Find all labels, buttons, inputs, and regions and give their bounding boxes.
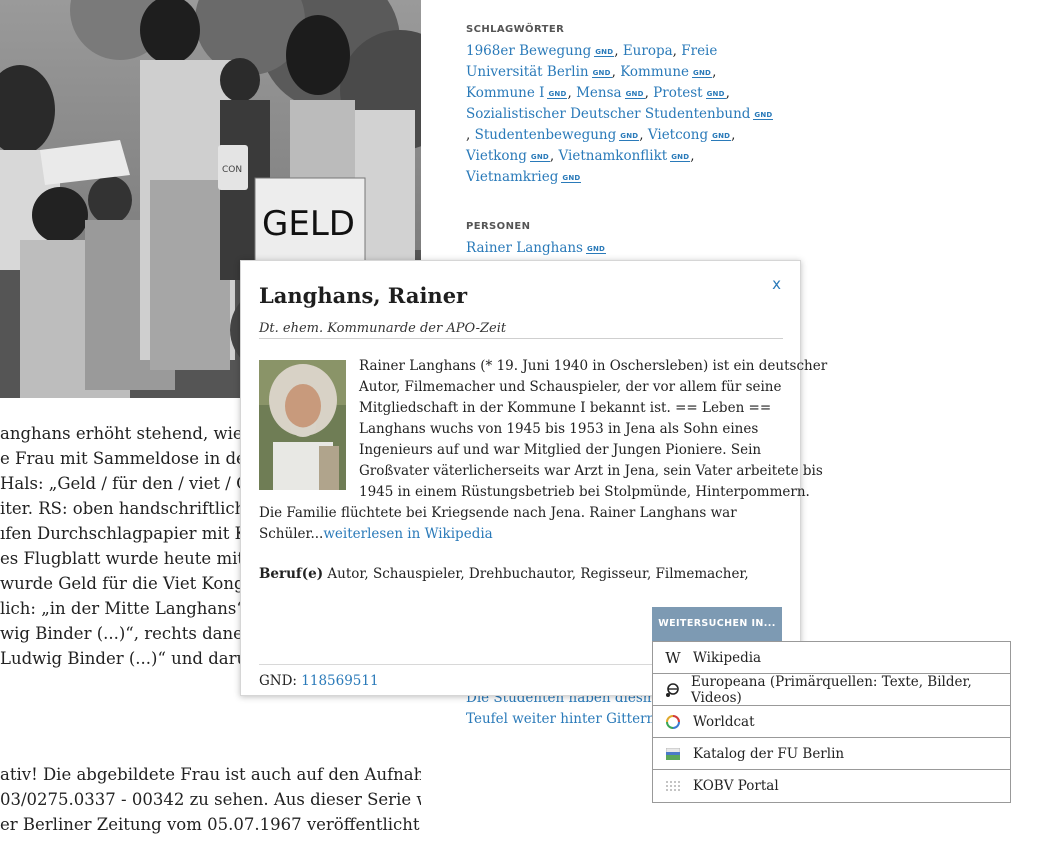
gnd-badge[interactable]: GND [753,111,774,120]
persons-section: PERSONEN Rainer Langhans GND [466,221,756,259]
sign-text: GELD [262,204,355,244]
keyword-line: Sozialistischer Deutscher Studentenbund G… [466,104,774,125]
article-paragraph-2: ativ! Die abgebildete Frau ist auch auf … [0,765,421,834]
gnd-badge[interactable]: GND [692,69,713,78]
keyword-separator: , [549,148,559,164]
keyword-separator: , [725,85,730,101]
keyword-link[interactable]: Mensa [576,85,621,101]
gnd-badge[interactable]: GND [529,153,550,162]
gnd-badge[interactable]: GND [711,132,732,141]
gnd-badge[interactable]: GND [594,48,615,57]
keyword-link[interactable]: Kommune I [466,85,544,101]
person-name: Langhans, Rainer [259,283,468,308]
keyword-link[interactable]: Vietnamkrieg [466,169,558,185]
worldcat-icon [653,714,693,730]
person-portrait [259,360,346,490]
keyword-list: 1968er Bewegung GND, Europa, Freie Univers… [466,41,774,188]
search-further-menu: W Wikipedia Europeana (Primärquellen: Te… [652,641,1011,803]
gnd-label: GND: [259,673,302,689]
can-label: CON [222,165,242,175]
search-further-button[interactable]: WEITERSUCHEN IN... [652,607,782,641]
close-button[interactable]: x [772,275,781,293]
gnd-badge[interactable]: GND [705,90,726,99]
keyword-separator: , [466,127,475,143]
search-option-worldcat[interactable]: Worldcat [653,706,1010,738]
gnd-id-link[interactable]: 118569511 [301,673,378,689]
keyword-link[interactable]: Kommune [620,64,689,80]
keyword-link[interactable]: 1968er Bewegung [466,43,591,59]
gnd-badge[interactable]: GND [591,69,612,78]
keyword-link[interactable]: Universität Berlin [466,64,589,80]
keywords-heading: SCHLAGWÖRTER [466,24,565,35]
search-option-kobv[interactable]: KOBV Portal [653,770,1010,802]
keyword-line: 1968er Bewegung GND, Europa, Freie [466,41,756,62]
search-option-europeana[interactable]: Europeana (Primärquellen: Texte, Bilder,… [653,674,1010,706]
search-option-wikipedia[interactable]: W Wikipedia [653,642,1010,674]
keyword-separator: , [672,43,682,59]
fu-berlin-icon [653,747,693,760]
search-option-fu-berlin[interactable]: Katalog der FU Berlin [653,738,1010,770]
occupation: Beruf(e) Autor, Schauspieler, Drehbuchau… [259,566,749,582]
keyword-line: Universität Berlin GND, Kommune GND, [466,62,756,83]
keyword-separator: , [567,85,577,101]
persons-heading: PERSONEN [466,221,531,232]
keyword-link[interactable]: Vietcong [648,127,708,143]
keyword-separator: , [712,64,717,80]
read-more-link[interactable]: weiterlesen in Wikipedia [323,526,492,542]
keyword-line: Kommune I GND, Mensa GND, Protest GND, [466,83,756,104]
gnd-badge[interactable]: GND [547,90,568,99]
keyword-separator: , [614,43,623,59]
keyword-link[interactable]: Sozialistischer Deutscher Studentenbund [466,106,750,122]
keywords-section: SCHLAGWÖRTER 1968er Bewegung GND, Europa,… [466,24,774,188]
keyword-line: Vietkong GND, Vietnamkonflikt GND, [466,146,756,167]
gnd-badge[interactable]: GND [561,174,582,183]
europeana-icon [653,682,691,698]
person-description: Dt. ehem. Kommunarde der APO-Zeit [259,321,783,339]
keyword-separator: , [731,127,736,143]
keyword-line: , Studentenbewegung GND, Vietcong GND, [466,125,756,146]
keyword-link[interactable]: Studentenbewegung [475,127,617,143]
keyword-separator: , [639,127,648,143]
keyword-link[interactable]: Freie [681,43,717,59]
gnd-badge[interactable]: GND [670,153,691,162]
person-link[interactable]: Rainer Langhans [466,240,583,256]
keyword-separator: , [611,64,621,80]
keyword-link[interactable]: Vietnamkonflikt [559,148,668,164]
wikipedia-icon: W [665,648,681,667]
keyword-link[interactable]: Vietkong [466,148,527,164]
gnd-badge[interactable]: GND [624,90,645,99]
gnd-badge[interactable]: GND [586,245,607,254]
kobv-icon [653,779,693,793]
keyword-separator: , [690,148,695,164]
occupation-label: Beruf(e) [259,566,324,582]
keyword-link[interactable]: Protest [653,85,702,101]
related-link[interactable]: Teufel weiter hinter Gittern [466,711,655,727]
occupation-value: Autor, Schauspieler, Drehbuchautor, Regi… [323,566,749,582]
keyword-line: Vietnamkrieg GND [466,167,756,188]
keyword-link[interactable]: Europa [623,43,673,59]
gnd-badge[interactable]: GND [619,132,640,141]
keyword-separator: , [644,85,654,101]
